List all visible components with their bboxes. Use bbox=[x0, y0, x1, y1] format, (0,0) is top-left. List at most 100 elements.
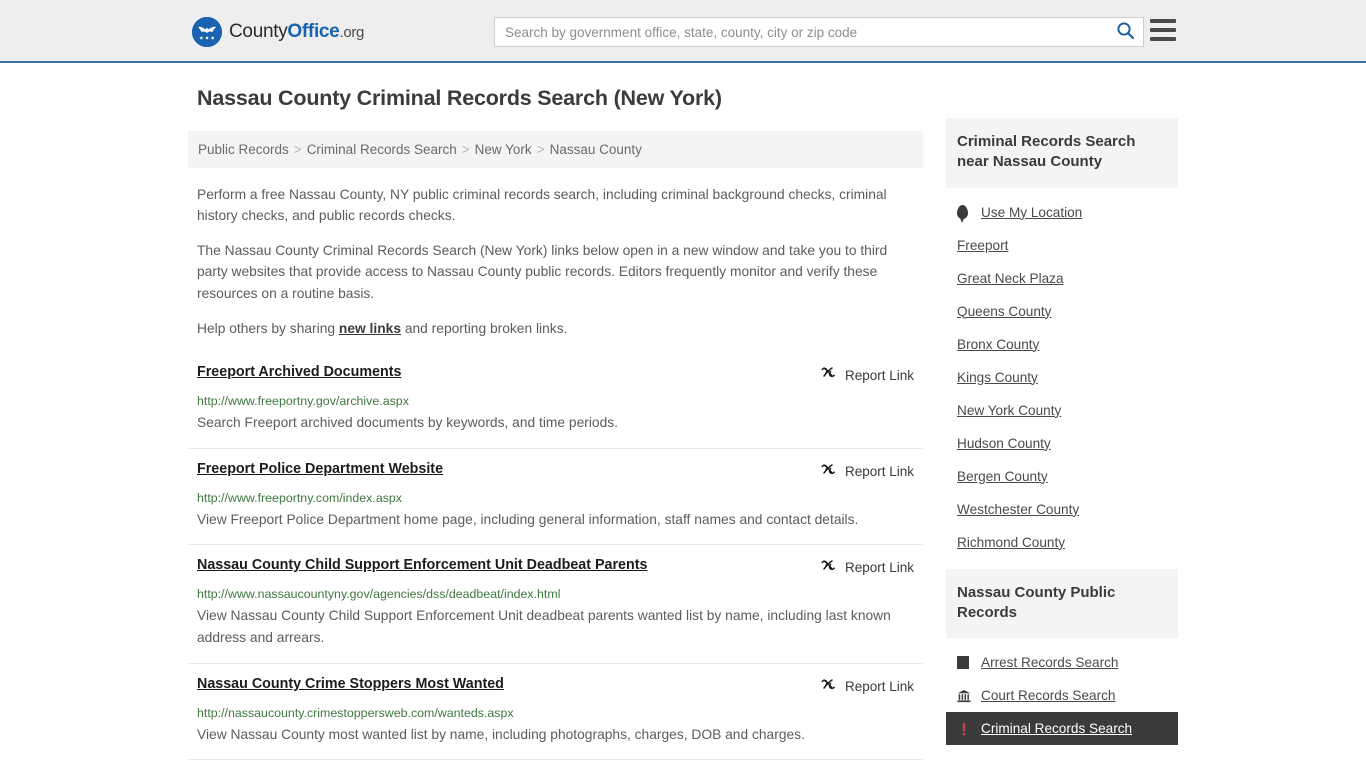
logo-text-county: County bbox=[229, 21, 288, 42]
report-link-button[interactable]: Report Link bbox=[820, 461, 914, 483]
result-item: Nassau County Crime Stoppers Most Wanted… bbox=[188, 662, 923, 759]
result-url[interactable]: http://nassaucounty.crimestoppersweb.com… bbox=[197, 705, 914, 721]
result-item: Freeport Police Department Website Repor… bbox=[188, 447, 923, 544]
result-url[interactable]: http://www.freeportny.gov/archive.aspx bbox=[197, 393, 914, 409]
sidebar-item-bergen-county[interactable]: Bergen County bbox=[946, 460, 1178, 493]
result-item: Nassau County Child Support Enforcement … bbox=[188, 543, 923, 663]
breadcrumb-separator: > bbox=[536, 141, 545, 157]
report-link-label: Report Link bbox=[844, 367, 914, 383]
search-icon bbox=[1116, 21, 1135, 43]
sidebar: Criminal Records Search near Nassau Coun… bbox=[946, 85, 1178, 755]
courthouse-icon bbox=[957, 689, 974, 703]
sidebar-item-kings-county[interactable]: Kings County bbox=[946, 361, 1178, 394]
intro-paragraph-3: Help others by sharing new links and rep… bbox=[188, 318, 923, 340]
breadcrumb-item-criminal-records-search[interactable]: Criminal Records Search bbox=[307, 142, 457, 157]
arrest-record-icon bbox=[957, 656, 974, 669]
result-title-link[interactable]: Nassau County Child Support Enforcement … bbox=[197, 556, 661, 575]
sidebar-item-court-records-search[interactable]: Court Records Search bbox=[946, 679, 1178, 712]
criminal-record-icon bbox=[957, 722, 974, 736]
main-content: Nassau County Criminal Records Search (N… bbox=[188, 85, 923, 768]
sidebar-item-freeport[interactable]: Freeport bbox=[946, 229, 1178, 262]
search-button[interactable] bbox=[1107, 18, 1143, 46]
page-title: Nassau County Criminal Records Search (N… bbox=[197, 86, 722, 110]
sidebar-public-records-heading: Nassau County Public Records bbox=[946, 568, 1178, 638]
broken-link-icon bbox=[820, 557, 837, 579]
report-link-button[interactable]: Report Link bbox=[820, 676, 914, 698]
result-title-link[interactable]: Nassau County Crime Stoppers Most Wanted bbox=[197, 675, 518, 694]
result-title-link[interactable]: Freeport Police Department Website bbox=[197, 460, 457, 479]
sidebar-item-label: Richmond County bbox=[957, 534, 1066, 550]
hamburger-bar bbox=[1150, 28, 1176, 32]
breadcrumb-separator: > bbox=[461, 141, 470, 157]
intro-paragraph-2: The Nassau County Criminal Records Searc… bbox=[197, 242, 888, 301]
sidebar-item-label: Court Records Search bbox=[981, 688, 1116, 703]
report-link-label: Report Link bbox=[844, 464, 914, 479]
sidebar-item-use-my-location[interactable]: Use My Location bbox=[946, 196, 1178, 229]
search-bar[interactable] bbox=[494, 17, 1144, 47]
sidebar-item-new-york-county[interactable]: New York County bbox=[946, 394, 1178, 427]
sidebar-item-richmond-county[interactable]: Richmond County bbox=[946, 526, 1178, 559]
sidebar-nearby-heading: Criminal Records Search near Nassau Coun… bbox=[946, 118, 1178, 188]
intro-section: Perform a free Nassau County, NY public … bbox=[188, 184, 923, 339]
sidebar-item-label: Hudson County bbox=[957, 435, 1051, 451]
sidebar-item-label: Kings County bbox=[957, 369, 1038, 385]
sidebar-item-westchester-county[interactable]: Westchester County bbox=[946, 493, 1178, 526]
site-logo[interactable]: CountyOffice.org bbox=[192, 17, 364, 47]
page-body: Nassau County Criminal Records Search (N… bbox=[0, 63, 1366, 768]
breadcrumb-item-nassau-county[interactable]: Nassau County bbox=[550, 142, 642, 157]
sidebar-item-hudson-county[interactable]: Hudson County bbox=[946, 427, 1178, 460]
site-logo-text: CountyOffice.org bbox=[229, 21, 364, 43]
result-title-link[interactable]: Freeport Archived Documents bbox=[197, 363, 415, 382]
result-description: View Nassau County Child Support Enforce… bbox=[197, 608, 891, 646]
sidebar-item-label: Use My Location bbox=[981, 204, 1083, 220]
sidebar-nearby-list: Use My Location Freeport Great Neck Plaz… bbox=[946, 188, 1178, 559]
sidebar-item-label: New York County bbox=[957, 402, 1062, 418]
hamburger-bar bbox=[1150, 19, 1176, 23]
result-url[interactable]: http://www.freeportny.com/index.aspx bbox=[197, 490, 914, 506]
sidebar-item-label: Bronx County bbox=[957, 336, 1040, 352]
sidebar-item-label: Bergen County bbox=[957, 468, 1048, 484]
sidebar-item-label: Westchester County bbox=[957, 501, 1080, 517]
search-input[interactable] bbox=[495, 18, 1107, 46]
eagle-seal-icon bbox=[192, 17, 222, 47]
sidebar-public-records-box: Nassau County Public Records Arrest Reco… bbox=[946, 568, 1178, 745]
result-description: View Freeport Police Department home pag… bbox=[197, 511, 859, 527]
logo-text-office: Office bbox=[287, 21, 340, 42]
breadcrumb-item-new-york[interactable]: New York bbox=[475, 142, 532, 157]
location-pin-icon bbox=[957, 205, 974, 223]
sidebar-item-bronx-county[interactable]: Bronx County bbox=[946, 328, 1178, 361]
report-link-button[interactable]: Report Link bbox=[820, 557, 914, 579]
sidebar-item-label: Criminal Records Search bbox=[981, 721, 1133, 736]
result-item: Nassau County Criminal Records Report Li… bbox=[188, 759, 923, 768]
result-description: View Nassau County most wanted list by n… bbox=[197, 726, 805, 742]
sidebar-item-queens-county[interactable]: Queens County bbox=[946, 295, 1178, 328]
result-description: Search Freeport archived documents by ke… bbox=[197, 415, 619, 431]
broken-link-icon bbox=[820, 364, 837, 386]
sidebar-item-label: Freeport bbox=[957, 237, 1009, 253]
report-link-button[interactable]: Report Link bbox=[820, 364, 914, 386]
new-links-link[interactable]: new links bbox=[339, 321, 401, 336]
report-link-label: Report Link bbox=[844, 679, 914, 695]
result-item: Freeport Archived Documents Report Link bbox=[188, 352, 923, 447]
breadcrumb: Public Records > Criminal Records Search > N… bbox=[188, 130, 923, 168]
sidebar-item-arrest-records-search[interactable]: Arrest Records Search bbox=[946, 646, 1178, 679]
sidebar-item-label: Arrest Records Search bbox=[981, 655, 1119, 670]
sidebar-item-great-neck-plaza[interactable]: Great Neck Plaza bbox=[946, 262, 1178, 295]
sidebar-item-label: Queens County bbox=[957, 303, 1052, 319]
intro-paragraph-1: Perform a free Nassau County, NY public … bbox=[197, 186, 887, 224]
sidebar-item-criminal-records-search[interactable]: Criminal Records Search bbox=[946, 712, 1178, 745]
broken-link-icon bbox=[820, 676, 837, 698]
breadcrumb-separator: > bbox=[293, 141, 302, 157]
broken-link-icon bbox=[820, 461, 837, 483]
sidebar-item-label: Great Neck Plaza bbox=[957, 270, 1064, 286]
sidebar-nearby-box: Criminal Records Search near Nassau Coun… bbox=[946, 118, 1178, 559]
hamburger-menu-icon[interactable] bbox=[1150, 19, 1176, 41]
hamburger-bar bbox=[1150, 37, 1176, 41]
breadcrumb-item-public-records[interactable]: Public Records bbox=[198, 142, 289, 157]
result-url[interactable]: http://www.nassaucountyny.gov/agencies/d… bbox=[197, 586, 914, 602]
site-header: CountyOffice.org bbox=[0, 0, 1366, 63]
intro-text-before: Help others by sharing bbox=[197, 320, 339, 336]
intro-text-after: and reporting broken links. bbox=[401, 320, 568, 336]
logo-text-tld: .org bbox=[339, 24, 365, 41]
report-link-label: Report Link bbox=[844, 560, 914, 576]
